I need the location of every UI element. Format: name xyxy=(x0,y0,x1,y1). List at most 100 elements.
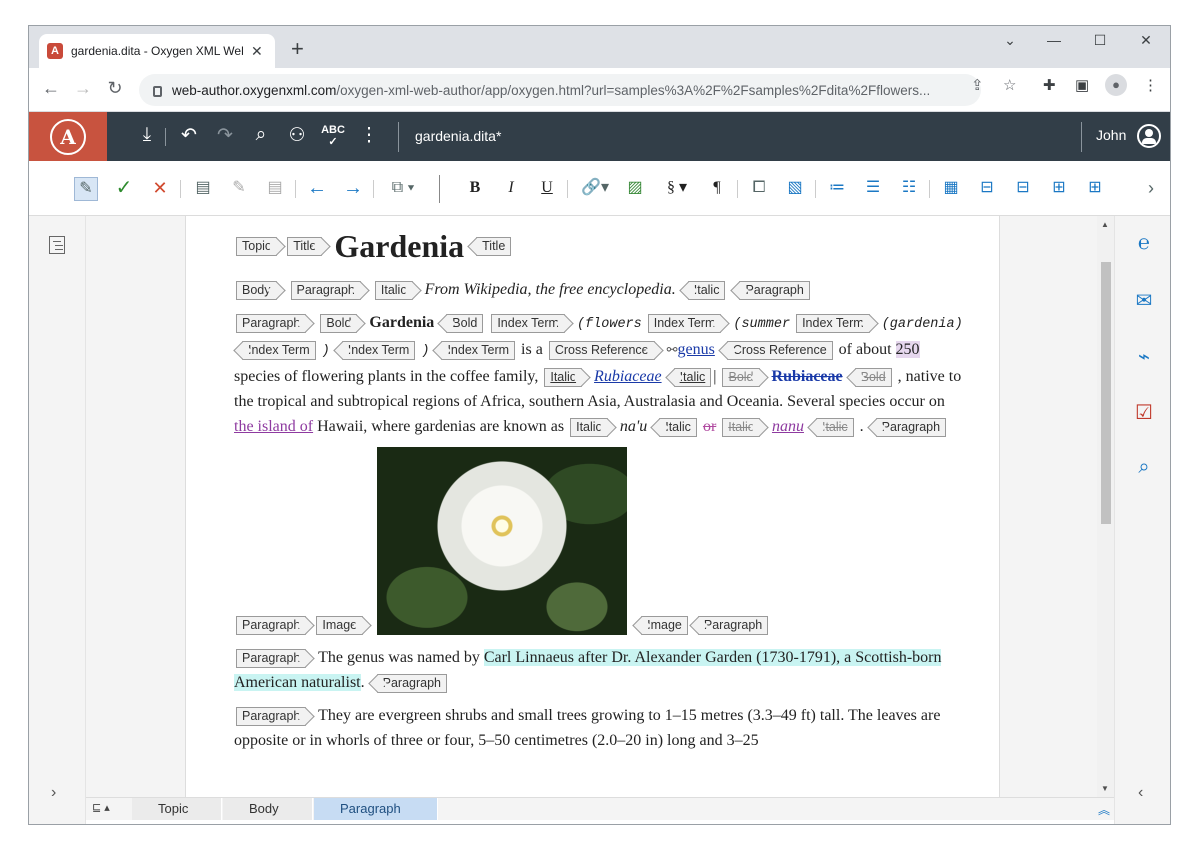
scroll-thumb[interactable] xyxy=(1101,262,1111,524)
validation-icon[interactable]: ☑ xyxy=(1131,400,1157,426)
chevron-down-icon[interactable]: ⌄ xyxy=(995,32,1025,49)
paragraph-close-tag[interactable]: Paragraph xyxy=(697,616,769,635)
user-account-icon[interactable] xyxy=(1137,124,1161,148)
paragraph-open-tag[interactable]: Paragraph xyxy=(236,616,307,635)
gardenia-flower-image[interactable] xyxy=(377,447,628,635)
minimize-icon[interactable]: — xyxy=(1039,32,1069,48)
breadcrumb-item-body[interactable]: Body xyxy=(223,798,313,820)
italic-close-tag-deleted[interactable]: Italic xyxy=(815,417,854,437)
link-menu-icon[interactable]: 🔗▾ xyxy=(577,177,613,201)
title-open-tag[interactable]: Title xyxy=(287,237,323,256)
insert-list-item-icon[interactable]: ≔ xyxy=(825,177,849,201)
remove-comment-icon[interactable]: ▤ xyxy=(263,177,287,201)
extensions-icon[interactable]: ✚ xyxy=(1043,76,1056,94)
breadcrumb-item-paragraph[interactable]: Paragraph xyxy=(314,798,438,820)
side-panel-icon[interactable]: ▣ xyxy=(1075,76,1089,94)
underline-icon[interactable]: U xyxy=(535,177,559,201)
insert-element-icon[interactable]: ⧠ xyxy=(747,177,771,201)
cross-reference-open-tag[interactable]: Cross Reference xyxy=(548,340,655,360)
redo-icon[interactable]: ↷ xyxy=(213,124,237,147)
naming-lead-text[interactable]: The genus was named by xyxy=(318,649,480,666)
index-term-close-tag[interactable]: Index Term xyxy=(441,340,516,360)
text-hawaii[interactable]: Hawaii, where gardenias are known as xyxy=(317,418,564,435)
outline-icon[interactable] xyxy=(49,236,65,254)
species-count[interactable]: 250 xyxy=(895,341,920,358)
paragraph-open-tag[interactable]: Paragraph xyxy=(290,280,361,300)
index-term-summer[interactable]: (summer xyxy=(733,317,790,332)
description-paragraph[interactable]: Paragraph They are evergreen shrubs and … xyxy=(234,703,964,753)
paragraph-open-tag[interactable]: Paragraph xyxy=(236,648,307,668)
attributes-icon[interactable]: ℮ xyxy=(1131,232,1157,258)
paragraph-close-tag[interactable]: Paragraph xyxy=(376,673,447,693)
genus-link[interactable]: genus xyxy=(678,341,715,358)
close-window-icon[interactable]: ✕ xyxy=(1131,32,1161,49)
cross-reference-close-tag[interactable]: Cross Reference xyxy=(726,340,833,360)
more-actions-icon[interactable]: ⋮ xyxy=(357,124,381,147)
spellcheck-icon[interactable]: ABC ✓ xyxy=(321,124,345,148)
index-term-gardenia[interactable]: (gardenia) xyxy=(882,317,963,332)
url-text[interactable]: web-author.oxygenxml.com/oxygen-xml-web-… xyxy=(172,83,952,98)
body-open-tag[interactable]: Body xyxy=(236,280,277,300)
intro-paragraph[interactable]: Paragraph Bold Gardenia Bold Index Term … xyxy=(234,310,964,439)
document-scrollbar[interactable]: ▲ ▼ xyxy=(1097,216,1114,797)
text-period[interactable]: . xyxy=(860,418,864,435)
naming-paragraph[interactable]: Paragraph The genus was named by Carl Li… xyxy=(234,645,964,695)
rubiaceae-inserted[interactable]: Rubiaceae xyxy=(594,368,662,385)
oxygen-logo[interactable]: A xyxy=(29,112,107,161)
deleted-or[interactable]: or xyxy=(703,418,716,435)
expand-left-panel-icon[interactable]: › xyxy=(51,784,56,802)
undo-icon[interactable]: ↶ xyxy=(177,124,201,147)
back-arrow-icon[interactable]: ← xyxy=(39,78,63,99)
italic-icon[interactable]: I xyxy=(499,177,523,201)
index-term-paren[interactable]: ) xyxy=(322,344,330,359)
text-species-occur[interactable]: species occur on xyxy=(839,393,945,410)
share-icon[interactable]: ⇪ xyxy=(971,76,984,94)
collapse-right-panel-icon[interactable]: ‹ xyxy=(1138,784,1143,802)
index-term-open-tag[interactable]: Index Term xyxy=(796,313,870,333)
profile-icon[interactable]: ● xyxy=(1105,74,1127,96)
download-icon[interactable]: ⤓ xyxy=(135,124,159,146)
description-line-1[interactable]: They are evergreen shrubs and small tree… xyxy=(318,707,873,724)
text-period[interactable]: . xyxy=(361,674,365,691)
insert-column-icon[interactable]: ⊞ xyxy=(1047,177,1071,201)
kebab-menu-icon[interactable]: ⋮ xyxy=(1143,76,1158,94)
italic-open-tag[interactable]: Italic xyxy=(570,417,608,437)
bold-icon[interactable]: B xyxy=(463,177,487,201)
index-term-flowers[interactable]: (flowers xyxy=(577,317,642,332)
bold-close-tag[interactable]: Bold xyxy=(446,313,484,333)
reload-icon[interactable]: ↻ xyxy=(103,78,127,99)
review-menu-icon[interactable]: ⧉ ▾ xyxy=(385,177,421,201)
index-term-close-tag[interactable]: Index Term xyxy=(341,340,416,360)
insert-image-icon[interactable]: ▨ xyxy=(623,177,647,201)
close-tab-icon[interactable]: ✕ xyxy=(251,43,263,60)
insert-table-icon[interactable]: ▦ xyxy=(939,177,963,201)
track-changes-icon[interactable]: ✎ xyxy=(74,177,98,201)
document-page[interactable]: Topic Title Gardenia Title Body Paragrap… xyxy=(185,216,1000,797)
breadcrumb-menu-icon[interactable]: ⊑ ▴ xyxy=(92,801,110,814)
search-icon[interactable]: ⌕ xyxy=(249,124,273,146)
paragraph-open-tag[interactable]: Paragraph xyxy=(236,313,307,333)
bold-gardenia[interactable]: Gardenia xyxy=(369,314,434,331)
bold-open-tag[interactable]: Bold xyxy=(320,313,358,333)
ordered-list-icon[interactable]: ☰ xyxy=(861,177,885,201)
paragraph-close-tag[interactable]: Paragraph xyxy=(875,417,947,437)
italic-open-tag-deleted[interactable]: Italic xyxy=(722,417,760,437)
section-menu-icon[interactable]: § ▾ xyxy=(659,177,695,201)
collapse-up-icon[interactable]: ︽ xyxy=(1098,801,1110,818)
paragraph-open-tag[interactable]: Paragraph xyxy=(236,706,307,726)
unordered-list-icon[interactable]: ☷ xyxy=(897,177,921,201)
image-close-tag[interactable]: Image xyxy=(641,616,688,635)
user-name[interactable]: John xyxy=(1096,127,1126,143)
topic-open-tag[interactable]: Topic xyxy=(236,237,278,256)
italic-open-tag-inserted[interactable]: Italic xyxy=(544,367,583,387)
url-bar[interactable]: web-author.oxygenxml.com/oxygen-xml-web-… xyxy=(139,74,981,106)
document-content[interactable]: Topic Title Gardenia Title Body Paragrap… xyxy=(234,216,964,761)
browser-tab[interactable]: A gardenia.dita - Oxygen XML Web Author … xyxy=(39,34,275,68)
text-of-about[interactable]: of about xyxy=(839,341,892,358)
breadcrumb-item-topic[interactable]: Topic xyxy=(132,798,222,820)
forward-arrow-icon[interactable]: → xyxy=(71,78,95,99)
comments-icon[interactable]: ✉ xyxy=(1131,288,1157,314)
title-close-tag[interactable]: Title xyxy=(476,237,512,256)
shortdesc-text[interactable]: From Wikipedia, the free encyclopedia. xyxy=(425,281,676,298)
word-naau[interactable]: na'u xyxy=(620,418,647,435)
